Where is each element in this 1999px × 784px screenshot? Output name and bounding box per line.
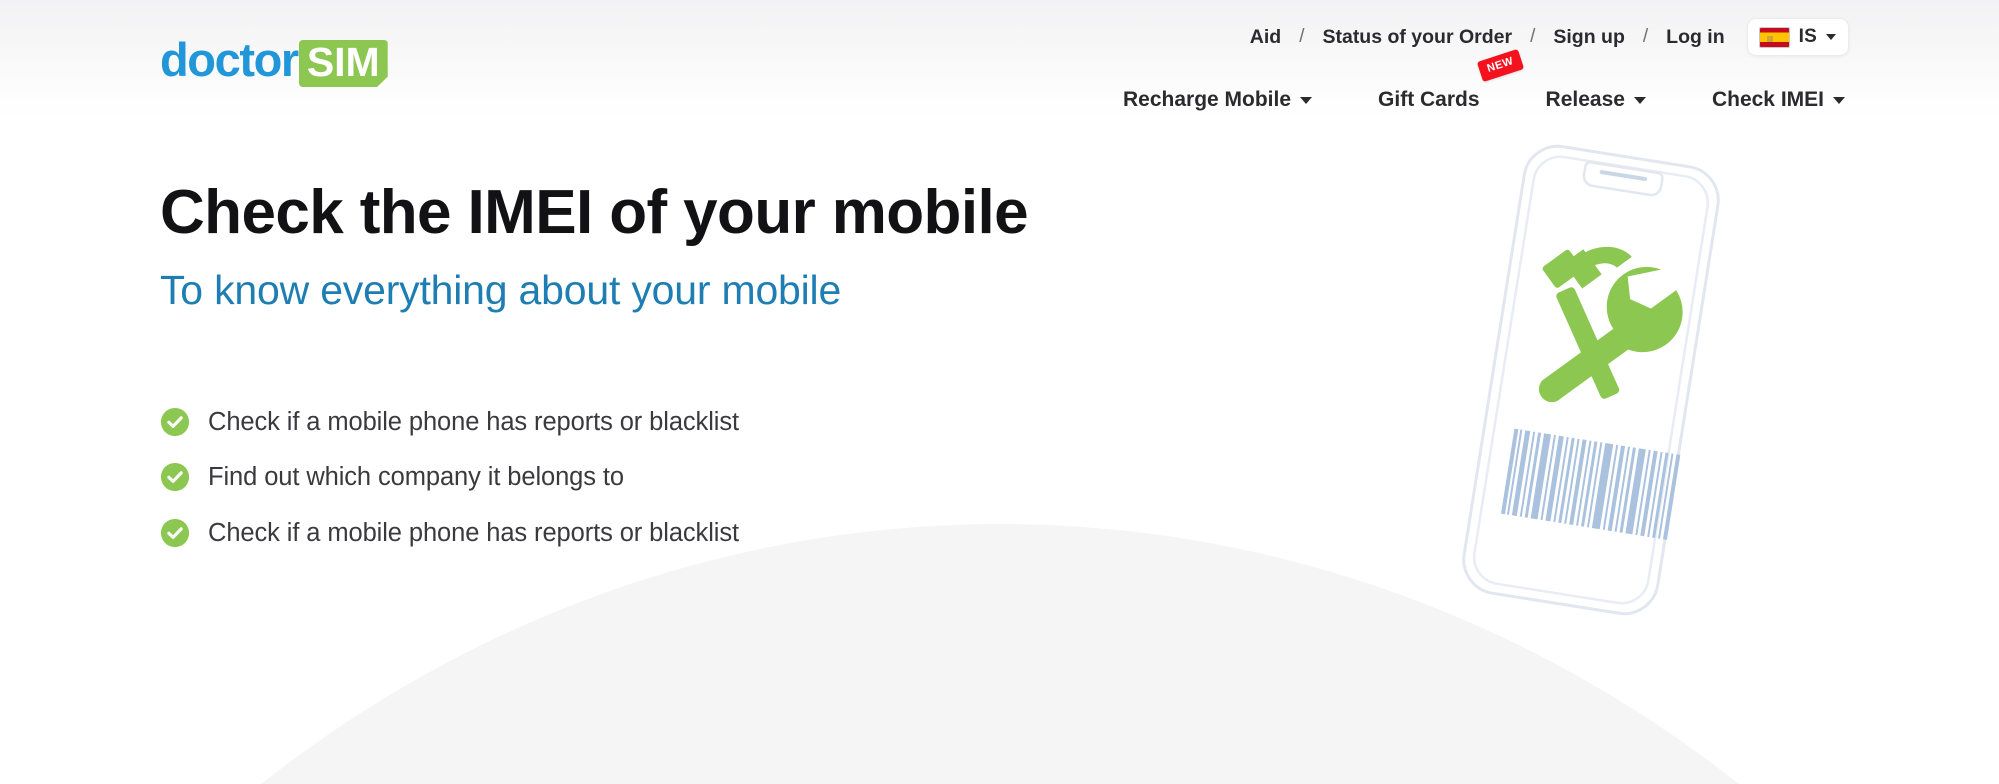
benefit-text: Check if a mobile phone has reports or b… (208, 518, 739, 547)
benefits-list: Check if a mobile phone has reports or b… (160, 407, 1240, 549)
nav-item-label: Check IMEI (1711, 88, 1824, 111)
list-item: Check if a mobile phone has reports or b… (160, 407, 1240, 438)
nav-separator: / (1642, 26, 1649, 47)
phone-with-tools-and-barcode-illustration (1411, 140, 1771, 620)
site-header: doctor SIM Aid / Status of your Order / … (0, 0, 1999, 140)
tools-icon (1538, 246, 1683, 403)
nav-item-label: Gift Cards (1378, 88, 1480, 111)
utility-nav-item-order-status[interactable]: Status of your Order (1320, 22, 1514, 53)
nav-item-recharge-mobile[interactable]: Recharge Mobile (1119, 82, 1316, 118)
nav-separator: / (1299, 26, 1305, 47)
page-subtitle: To know everything about your mobile (160, 267, 842, 314)
list-item: Check if a mobile phone has reports or b… (160, 518, 1240, 549)
page-root: doctor SIM Aid / Status of your Order / … (0, 0, 1999, 784)
utility-nav-item-log-in[interactable]: Log in (1664, 22, 1726, 53)
check-circle-icon (160, 407, 190, 436)
phone-speaker (1599, 170, 1648, 181)
chevron-down-icon (1633, 96, 1646, 104)
language-code-label: IS (1798, 26, 1817, 47)
logo-text-sim: SIM (298, 40, 388, 87)
chevron-down-icon (1300, 96, 1313, 104)
nav-item-label: Recharge Mobile (1122, 88, 1292, 111)
site-logo[interactable]: doctor SIM (160, 36, 388, 87)
language-selector[interactable]: IS (1746, 18, 1849, 56)
nav-item-label: Release (1545, 88, 1625, 111)
nav-item-check-imei[interactable]: Check IMEI (1708, 82, 1849, 118)
nav-item-release[interactable]: Release (1542, 82, 1650, 118)
nav-item-gift-cards[interactable]: Gift Cards NEW (1374, 48, 1524, 118)
phone-body (1462, 144, 1720, 616)
nav-separator: / (1530, 26, 1536, 47)
hero-copy: Check the IMEI of your mobile To know ev… (160, 178, 1240, 548)
chevron-down-icon (1833, 96, 1845, 104)
phone-screen (1472, 155, 1710, 605)
benefit-text: Find out which company it belongs to (208, 463, 624, 492)
barcode-icon (1500, 428, 1681, 540)
primary-nav: Recharge Mobile Gift Cards NEW Release C… (1119, 48, 1849, 118)
logo-text-doctor: doctor (160, 33, 299, 86)
benefit-text: Check if a mobile phone has reports or b… (208, 407, 739, 436)
utility-nav: Aid / Status of your Order / Sign up / L… (1248, 18, 1849, 56)
check-circle-icon (160, 463, 190, 492)
spain-flag-icon (1758, 26, 1790, 48)
check-circle-icon (160, 519, 190, 548)
utility-nav-item-aid[interactable]: Aid (1248, 22, 1283, 53)
chevron-down-icon (1826, 34, 1836, 40)
utility-nav-item-sign-up[interactable]: Sign up (1551, 22, 1627, 53)
phone-notch (1582, 161, 1664, 197)
page-title: Check the IMEI of your mobile (160, 178, 1029, 247)
list-item: Find out which company it belongs to (160, 462, 1240, 493)
